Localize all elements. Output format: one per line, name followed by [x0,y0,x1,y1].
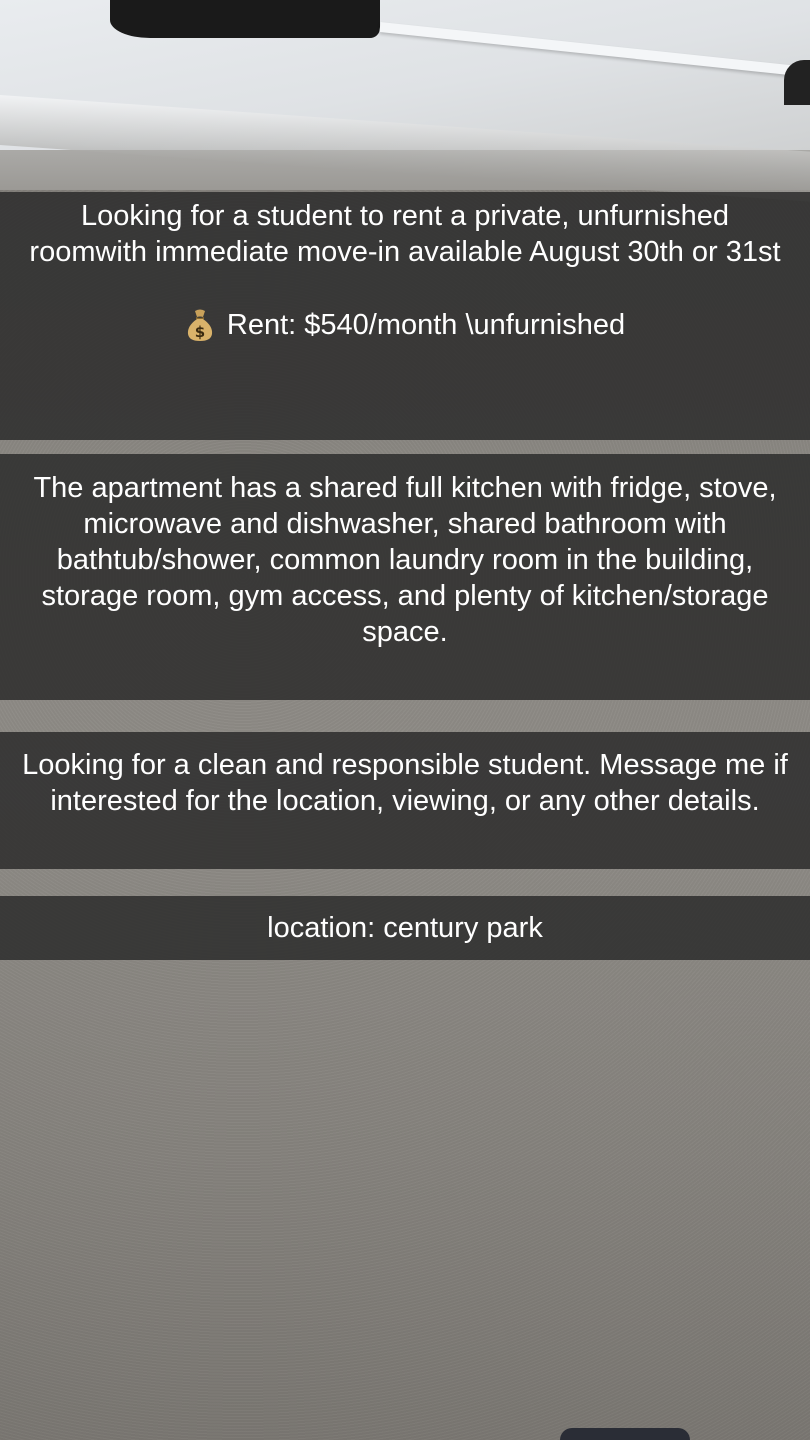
rent-line: $ Rent: $540/month \unfurnished [22,307,788,343]
caption-location: location: century park [0,896,810,960]
caption-intro: Looking for a student to rent a private,… [0,192,810,440]
window-blind [110,0,380,38]
caption-amenities-text: The apartment has a shared full kitchen … [33,472,777,648]
rent-text: Rent: $540/month \unfurnished [226,309,626,341]
caption-amenities: The apartment has a shared full kitchen … [0,454,810,700]
money-bag-icon: $ [185,308,215,342]
window-blind-right [784,60,810,105]
fabric-edge [560,1428,690,1440]
snap-screen: Looking for a student to rent a private,… [0,0,810,1440]
caption-contact: Looking for a clean and responsible stud… [0,732,810,869]
caption-contact-text: Looking for a clean and responsible stud… [22,749,788,817]
caption-location-text: location: century park [267,912,543,944]
caption-intro-text: Looking for a student to rent a private,… [29,200,781,268]
svg-text:$: $ [195,323,205,341]
